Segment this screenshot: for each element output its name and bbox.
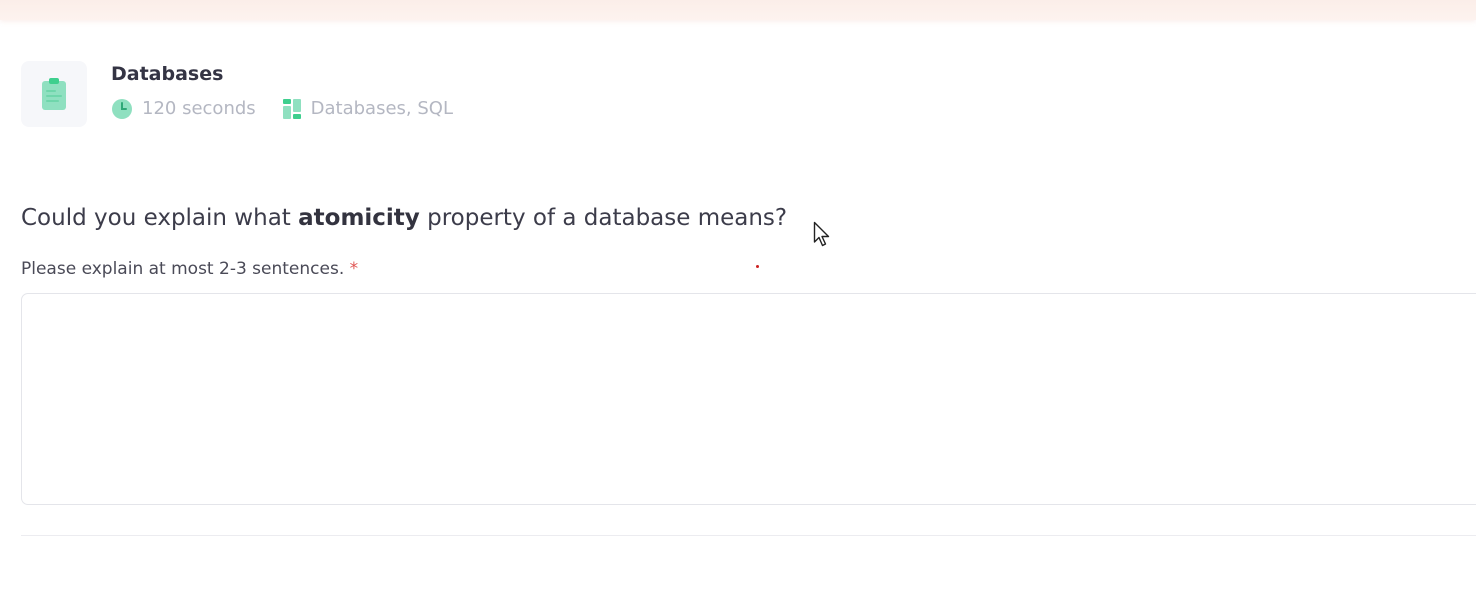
question-suffix: property of a database means? [419,205,788,231]
stray-dot [756,265,759,268]
category-icon [282,99,301,119]
quiz-title: Databases [111,63,224,85]
quiz-icon-tile [21,61,87,127]
question-prefix: Could you explain what [21,205,299,231]
quiz-header-text: Databases 120 seconds Databases, SQL [111,61,453,120]
answer-hint-text: Please explain at most 2-3 sentences. [21,259,345,279]
topics-label: Databases, SQL [310,98,453,119]
clipboard-icon [42,78,66,110]
clock-icon [112,99,132,119]
topics-meta: Databases, SQL [282,98,453,120]
top-band [0,0,1476,20]
answer-hint: Please explain at most 2-3 sentences. * [21,257,358,281]
quiz-header: Databases 120 seconds Databases, SQL [21,61,453,127]
quiz-meta: 120 seconds Databases, SQL [111,98,453,120]
question-emphasis: atomicity [298,205,420,231]
section-divider [21,535,1476,536]
question-text: Could you explain what atomicity propert… [21,202,787,234]
required-marker: * [349,259,359,279]
duration-label: 120 seconds [142,98,256,119]
mouse-cursor-icon [813,221,830,247]
duration-meta: 120 seconds [111,98,256,120]
answer-textarea[interactable] [21,293,1476,505]
